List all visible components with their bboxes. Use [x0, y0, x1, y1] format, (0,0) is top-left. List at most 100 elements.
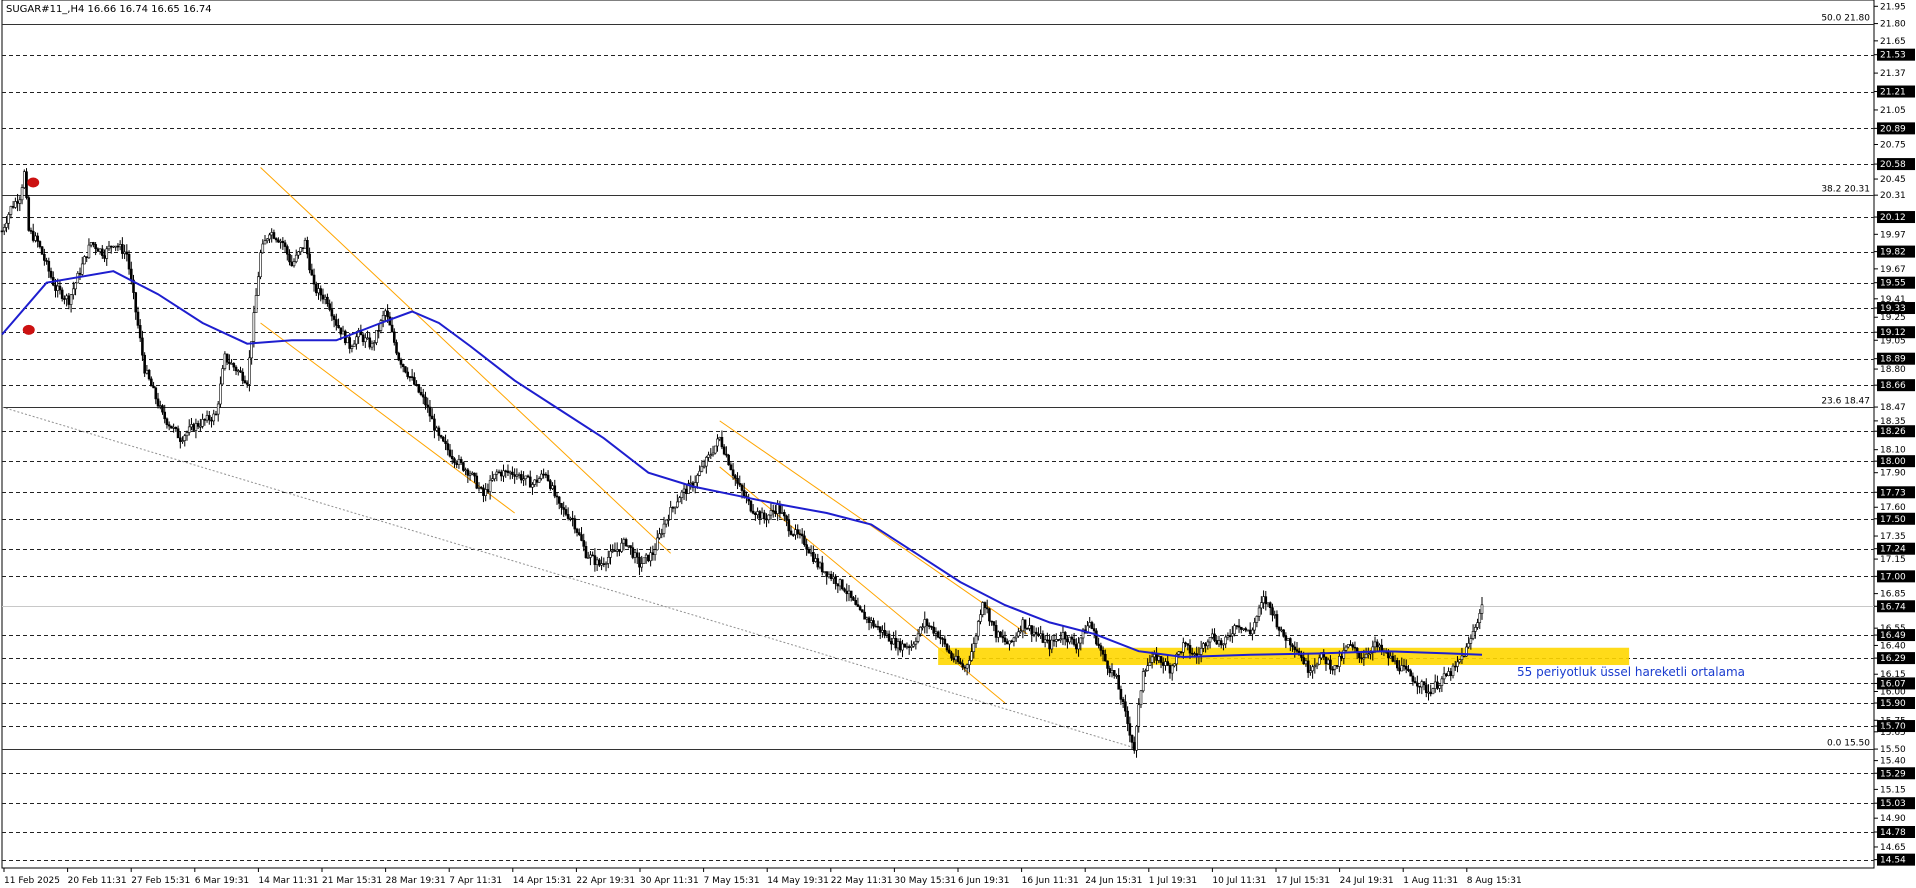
candle-body: [1222, 643, 1225, 646]
candle-body: [89, 242, 93, 246]
candle-body: [252, 312, 256, 342]
candle-body: [1052, 639, 1056, 642]
candle-body: [711, 452, 715, 456]
candle-body: [141, 337, 144, 356]
candle-body: [771, 510, 775, 512]
candle-body: [1182, 642, 1185, 653]
candle-body: [511, 471, 514, 475]
candle-body: [1155, 654, 1158, 661]
candle-body: [823, 571, 826, 573]
candle-body: [1231, 633, 1234, 637]
candle-body: [158, 405, 162, 407]
candle-body: [484, 489, 487, 496]
candle-body: [1110, 670, 1114, 674]
candle-body: [22, 171, 26, 188]
candle-body: [1353, 646, 1357, 649]
candle-body: [7, 214, 10, 224]
candle-body: [1168, 665, 1172, 674]
candle-body: [1050, 639, 1054, 650]
candle-body: [428, 406, 432, 417]
candle-body: [1480, 604, 1484, 614]
candle-body: [1248, 629, 1252, 635]
candle-body: [272, 232, 276, 239]
candle-body: [1469, 638, 1473, 644]
candle-body: [375, 330, 378, 343]
candle-body: [281, 240, 285, 244]
candle-body: [265, 238, 269, 242]
candle-body: [0, 230, 4, 233]
candle-body: [1161, 662, 1165, 666]
candle-body: [183, 435, 187, 441]
candle-body: [303, 240, 307, 249]
candle-body: [408, 376, 412, 378]
candle-body: [1014, 635, 1018, 639]
candle-body: [67, 295, 71, 305]
candle-body: [1373, 641, 1377, 648]
candle-body: [491, 478, 494, 481]
y-tick-label-59: 14.54: [1880, 856, 1906, 866]
candle-body: [299, 247, 302, 253]
candle-body: [881, 629, 884, 633]
y-tick-label-9: 20.58: [1880, 160, 1906, 170]
candle-body: [399, 359, 403, 365]
x-tick-label-16: 16 Jun 11:31: [1022, 876, 1079, 886]
candle-body: [421, 394, 425, 398]
candle-body: [760, 512, 764, 519]
y-tick-label-35: 17.24: [1880, 545, 1906, 555]
candle-body: [1329, 659, 1332, 670]
y-tick-label-23: 18.80: [1880, 365, 1906, 375]
candle-body: [27, 197, 31, 231]
candle-body: [377, 330, 380, 332]
candle-body: [734, 475, 737, 479]
candle-body: [72, 288, 75, 296]
candle-body: [1407, 668, 1410, 671]
candle-body: [1012, 637, 1016, 642]
candle-body: [1144, 670, 1147, 672]
candle-body: [1476, 622, 1479, 628]
candle-body: [36, 235, 39, 242]
candle-body: [1411, 675, 1415, 682]
y-tick-label-39: 16.74: [1880, 602, 1906, 612]
candle-body: [1268, 602, 1272, 608]
candle-body: [346, 337, 349, 344]
candle-body: [230, 363, 233, 365]
candle-body: [1266, 602, 1270, 605]
candle-body: [894, 637, 898, 649]
candle-body: [248, 357, 251, 385]
candle-body: [992, 621, 996, 626]
x-tick-label-14: 30 May 15:31: [894, 876, 956, 886]
candle-body: [974, 635, 978, 644]
candle-body: [526, 475, 530, 478]
candle-body: [1023, 619, 1027, 629]
candle-body: [147, 369, 151, 380]
y-tick-label-16: 19.55: [1880, 279, 1906, 289]
candle-body: [1400, 665, 1404, 672]
candle-body: [981, 602, 985, 615]
candle-body: [404, 366, 407, 373]
candle-body: [780, 512, 784, 514]
candle-body: [504, 470, 508, 473]
candle-body: [450, 455, 454, 460]
candle-body: [312, 274, 316, 285]
candle-body: [279, 240, 282, 243]
candle-body: [145, 369, 149, 374]
x-tick-label-12: 14 May 19:31: [767, 876, 829, 886]
candle-body: [892, 637, 895, 645]
candle-body: [1311, 666, 1314, 672]
candle-body: [339, 327, 343, 335]
y-tick-label-5: 21.21: [1880, 88, 1906, 98]
candle-body: [101, 248, 104, 256]
y-tick-label-4: 21.37: [1880, 69, 1906, 79]
price-chart[interactable]: 50.0 21.8038.2 20.3123.6 18.470.0 15.50 …: [0, 0, 1916, 888]
candle-body: [1360, 657, 1363, 660]
candle-body: [932, 626, 935, 634]
candle-body: [1072, 638, 1076, 645]
candle-body: [245, 382, 249, 385]
candle-body: [1416, 682, 1419, 687]
candle-body: [194, 423, 198, 431]
y-tick-label-15: 19.67: [1880, 265, 1906, 275]
candle-body: [540, 473, 543, 479]
candle-body: [94, 244, 97, 250]
candle-body: [499, 471, 503, 477]
candle-body: [321, 294, 325, 300]
